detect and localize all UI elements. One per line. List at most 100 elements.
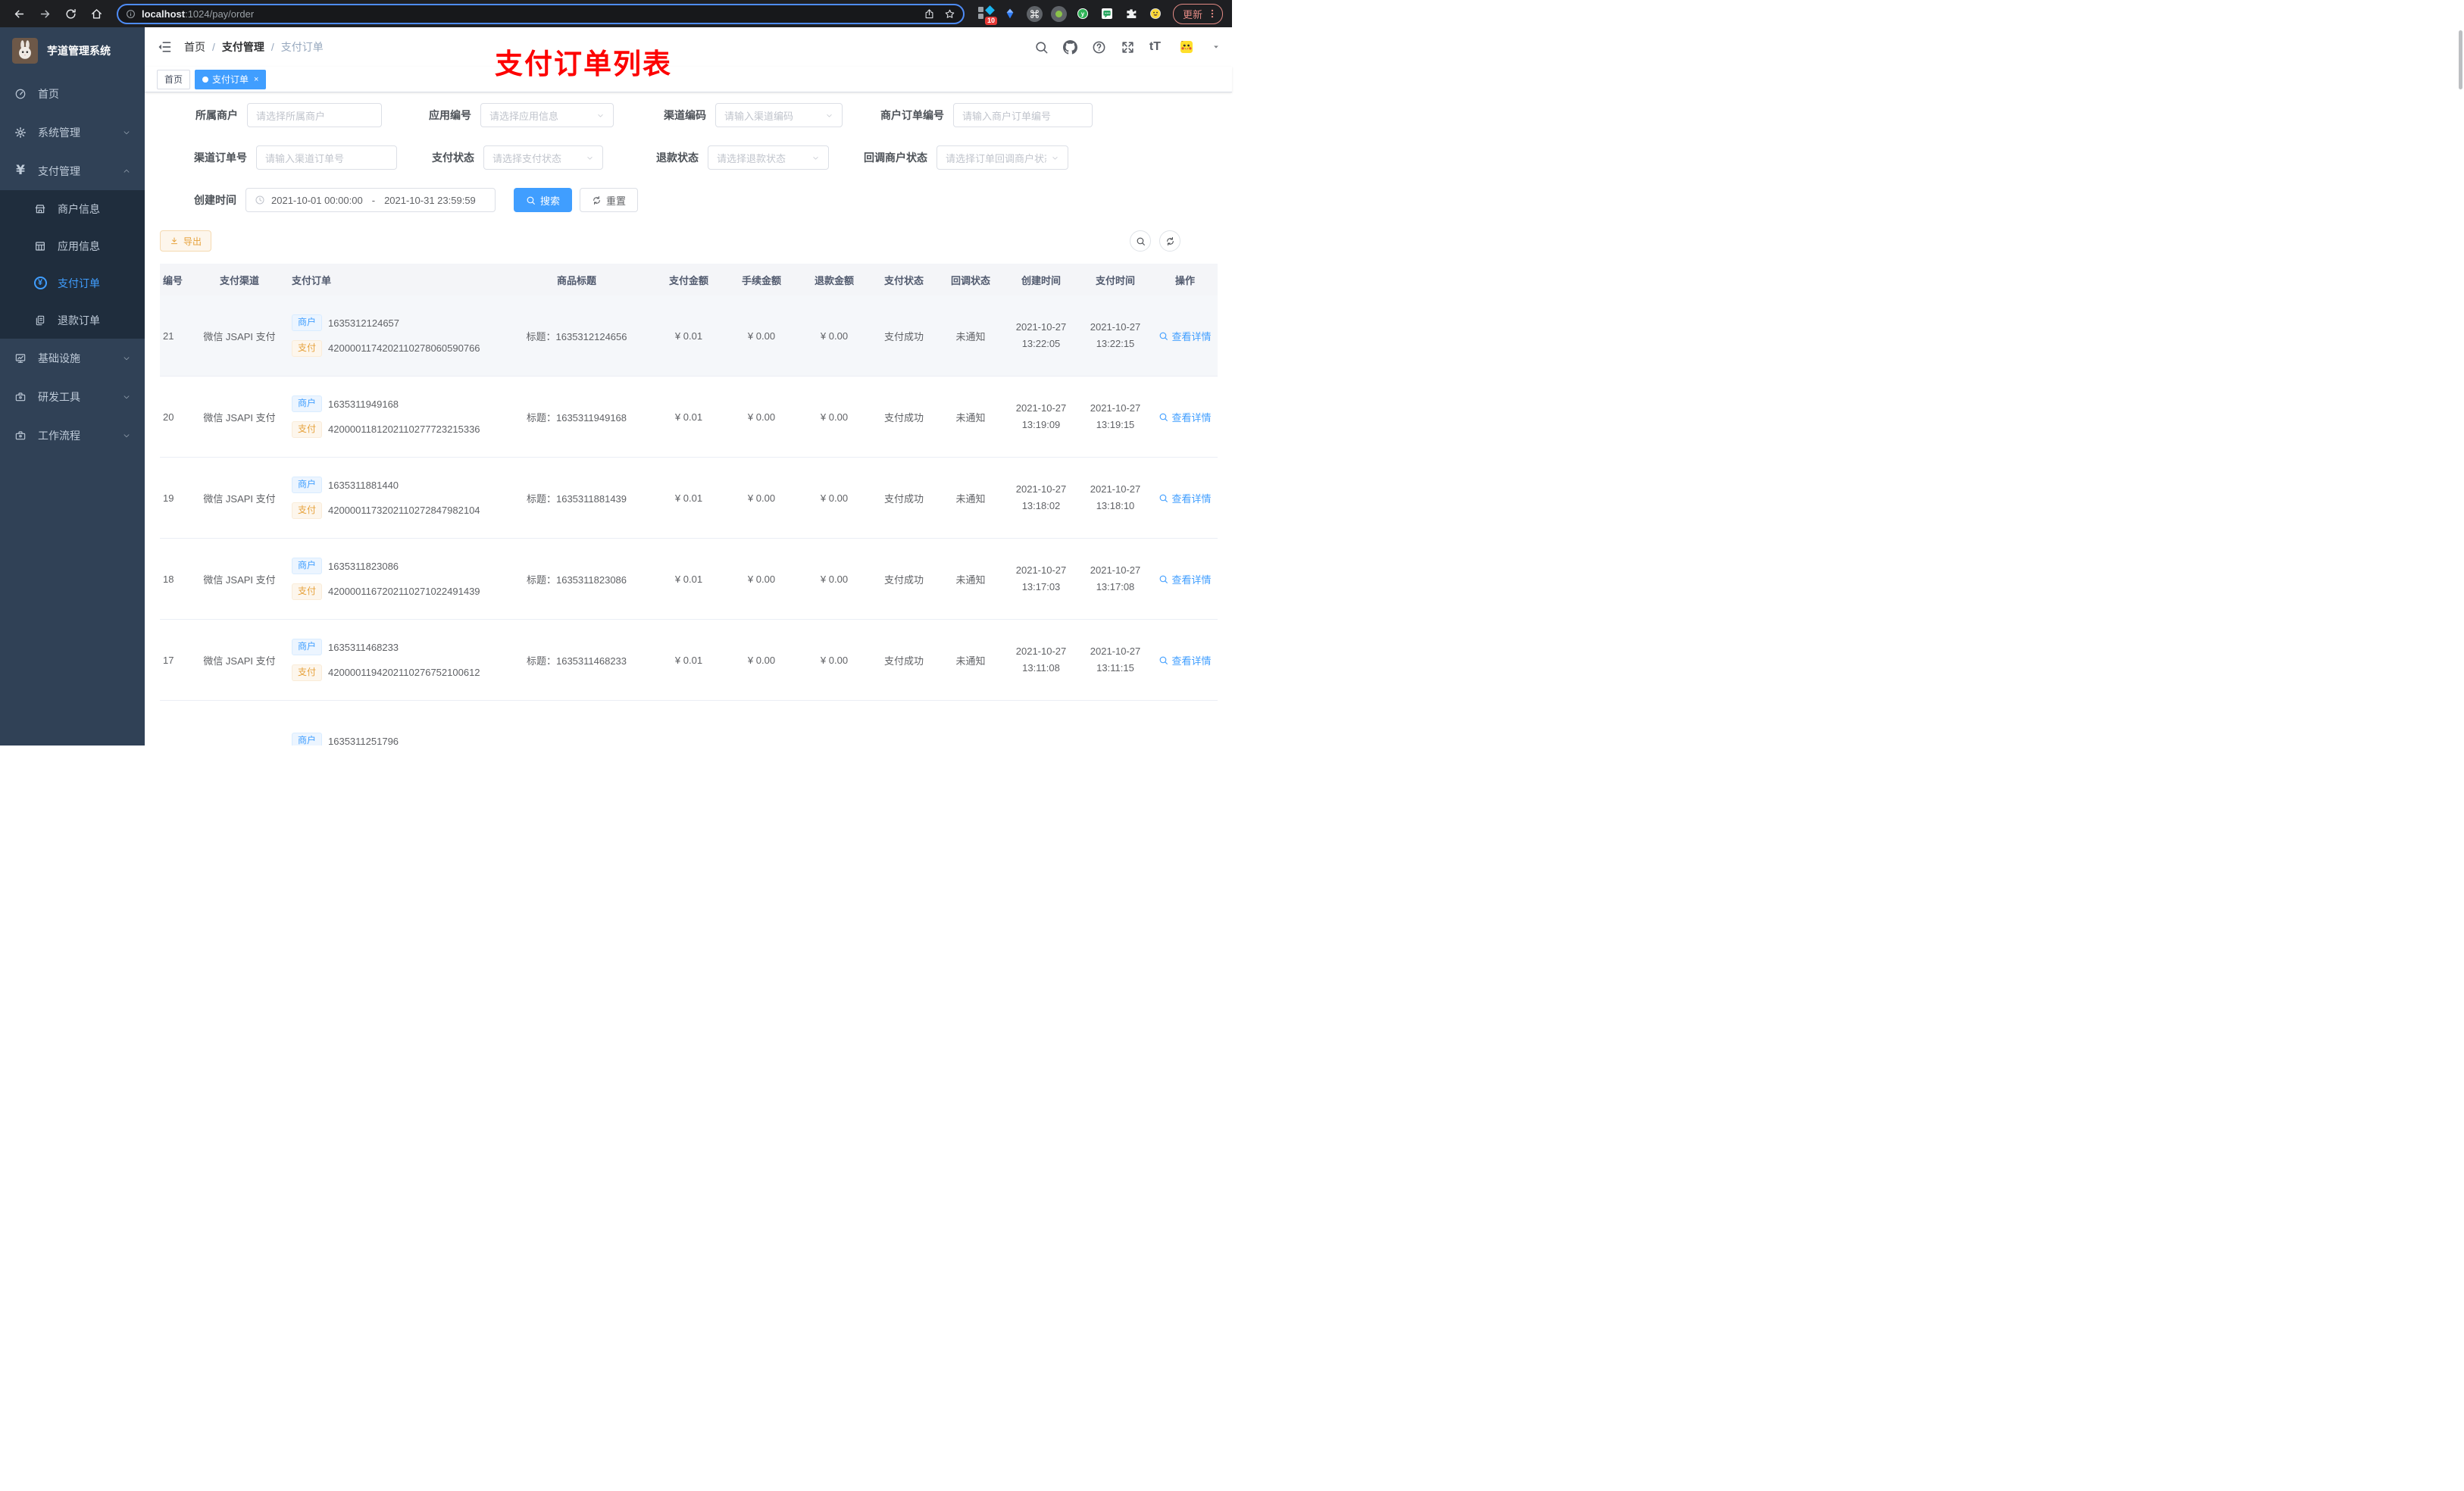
filter-input[interactable]: 请选择所属商户 — [247, 103, 382, 127]
filter-input[interactable]: 请输入商户订单编号 — [953, 103, 1093, 127]
view-detail-link[interactable]: 查看详情 — [1159, 410, 1212, 424]
rabbit-logo — [12, 38, 38, 64]
browser-back-icon[interactable] — [9, 4, 29, 23]
sidebar-item-merchant-info[interactable]: 商户信息 — [0, 190, 145, 227]
search-button[interactable]: 搜索 — [514, 188, 573, 212]
cell-title: 标题：1635311823086 — [526, 574, 627, 586]
cell-pay-order: 商户 1635311251796 — [289, 733, 501, 746]
orders-table: 编号 支付渠道 支付订单 商品标题 支付金额 手续金额 退款金额 支付状态 回调状态 创建时间 支付… — [160, 264, 1218, 746]
sidebar-item-app-info[interactable]: 应用信息 — [0, 227, 145, 264]
merchant-tag: 商户 — [292, 639, 323, 655]
cell-refund: ¥ 0.00 — [820, 492, 849, 504]
column-header: 支付状态 — [883, 274, 924, 286]
filter-select[interactable]: 请选择退款状态 — [708, 145, 829, 170]
y-extension-icon[interactable]: y — [1075, 6, 1091, 22]
breadcrumb-home[interactable]: 首页 — [184, 39, 205, 55]
merchant-order-no: 1635311468233 — [328, 641, 399, 653]
cell-amount: ¥ 0.01 — [674, 654, 703, 666]
browser-forward-icon[interactable] — [35, 4, 55, 23]
tab-close-icon[interactable]: × — [254, 75, 258, 84]
magnifier-icon — [1159, 412, 1168, 422]
tag-views: 首页 支付订单 × — [145, 67, 1232, 92]
export-button[interactable]: 导出 — [160, 230, 212, 252]
puzzle-extensions-icon[interactable] — [1124, 6, 1140, 22]
sidebar-item-payment[interactable]: ¥ 支付管理 — [0, 152, 145, 190]
dot-extension-icon[interactable] — [1050, 5, 1067, 22]
page-scrollbar[interactable] — [2459, 30, 2462, 89]
clock-icon — [255, 195, 265, 205]
app-logo-row[interactable]: 芋道管理系统 — [0, 27, 145, 74]
view-detail-link[interactable]: 查看详情 — [1159, 653, 1212, 667]
tab-pay-order[interactable]: 支付订单 × — [195, 69, 267, 89]
command-extension-icon[interactable] — [1026, 5, 1043, 22]
bookmark-star-icon[interactable] — [944, 8, 955, 20]
balloon-extension-icon[interactable] — [1002, 6, 1018, 22]
pay-tag: 支付 — [292, 421, 323, 438]
show-search-toggle-button[interactable] — [1130, 230, 1151, 252]
github-icon[interactable] — [1062, 39, 1077, 55]
breadcrumb: 首页 / 支付管理 / 支付订单 — [184, 39, 324, 55]
browser-update-button[interactable]: 更新 — [1172, 3, 1223, 24]
user-avatar[interactable] — [1175, 36, 1198, 58]
browser-home-icon[interactable] — [86, 4, 106, 23]
gear-icon — [14, 127, 27, 139]
merchant-order-no: 1635311823086 — [328, 560, 399, 572]
cell-pay-status: 支付成功 — [883, 330, 924, 342]
share-icon[interactable] — [924, 8, 935, 20]
cell-refund: ¥ 0.00 — [820, 573, 849, 585]
sidebar-item-system[interactable]: 系统管理 — [0, 113, 145, 152]
view-detail-link[interactable]: 查看详情 — [1159, 329, 1212, 343]
filter-select[interactable]: 请选择订单回调商户状态 — [937, 145, 1068, 170]
magnifier-icon — [1159, 655, 1168, 665]
breadcrumb-payment[interactable]: 支付管理 — [222, 39, 264, 55]
cell-action: 查看详情 — [1152, 410, 1218, 424]
cell-action: 查看详情 — [1152, 491, 1218, 505]
fullscreen-icon[interactable] — [1121, 40, 1135, 55]
view-detail-link[interactable]: 查看详情 — [1159, 491, 1212, 505]
cell-pay-time: 2021-10-27 13:11:15 — [1090, 645, 1141, 674]
date-range-picker[interactable]: 2021-10-01 00:00:00-2021-10-31 23:59:59 — [245, 188, 496, 212]
chat-extension-icon[interactable] — [1099, 6, 1115, 22]
filter-select[interactable]: 请输入渠道编码 — [715, 103, 843, 127]
font-size-icon[interactable]: tT — [1149, 40, 1161, 54]
cell-id: 21 — [163, 330, 174, 342]
header-search-icon[interactable] — [1034, 40, 1049, 55]
sidebar-item-home[interactable]: 首页 — [0, 74, 145, 113]
header-actions: tT — [1034, 36, 1220, 58]
sidebar-item-pay-order[interactable]: ¥ 支付订单 — [0, 264, 145, 302]
avatar-caret-icon[interactable] — [1212, 43, 1220, 51]
reset-button[interactable]: 重置 — [580, 188, 639, 212]
sidebar-item-refund-order[interactable]: 退款订单 — [0, 302, 145, 339]
cell-create-time: 2021-10-27 13:17:03 — [1015, 564, 1067, 592]
filter-label: 商户订单编号 — [880, 109, 944, 121]
sidebar-item-workflow[interactable]: 工作流程 — [0, 416, 145, 455]
filter-select[interactable]: 请选择支付状态 — [483, 145, 603, 170]
sidebar-item-infrastructure[interactable]: 基础设施 — [0, 339, 145, 377]
cell-channel: 微信 JSAPI 支付 — [203, 655, 276, 667]
tab-home[interactable]: 首页 — [157, 69, 191, 89]
site-info-icon[interactable] — [126, 9, 136, 19]
cell-id: 17 — [163, 654, 174, 666]
chevron-down-icon — [122, 128, 131, 137]
sidebar-fold-icon[interactable] — [157, 39, 172, 55]
merchant-tag: 商户 — [292, 314, 323, 331]
cell-pay-time: 2021-10-27 13:19:15 — [1090, 402, 1141, 430]
view-detail-link[interactable]: 查看详情 — [1159, 572, 1212, 586]
browser-reload-icon[interactable] — [61, 4, 80, 23]
help-icon[interactable] — [1092, 40, 1106, 55]
refresh-table-button[interactable] — [1159, 230, 1180, 252]
sidebar-item-label: 基础设施 — [38, 352, 80, 364]
emoji-profile-icon[interactable] — [1148, 6, 1164, 22]
channel-order-no: 4200001173202110272847982104 — [328, 505, 480, 517]
filter-field-回调商户状态: 回调商户状态 请选择订单回调商户状态 — [864, 145, 1068, 170]
filter-input[interactable]: 请输入渠道订单号 — [256, 145, 397, 170]
browser-menu-kebab-icon[interactable] — [1207, 8, 1218, 19]
column-header: 编号 — [163, 274, 183, 286]
address-bar[interactable]: localhost:1024/pay/order — [117, 3, 965, 24]
filter-select[interactable]: 请选择应用信息 — [480, 103, 614, 127]
channel-order-no: 4200001167202110271022491439 — [328, 586, 480, 598]
tray-extension-icon[interactable]: 10 — [977, 5, 997, 25]
sidebar-item-dev-tools[interactable]: 研发工具 — [0, 377, 145, 416]
table-row: 商户 1635311251796 — [160, 701, 1218, 746]
cell-action: 查看详情 — [1152, 653, 1218, 667]
